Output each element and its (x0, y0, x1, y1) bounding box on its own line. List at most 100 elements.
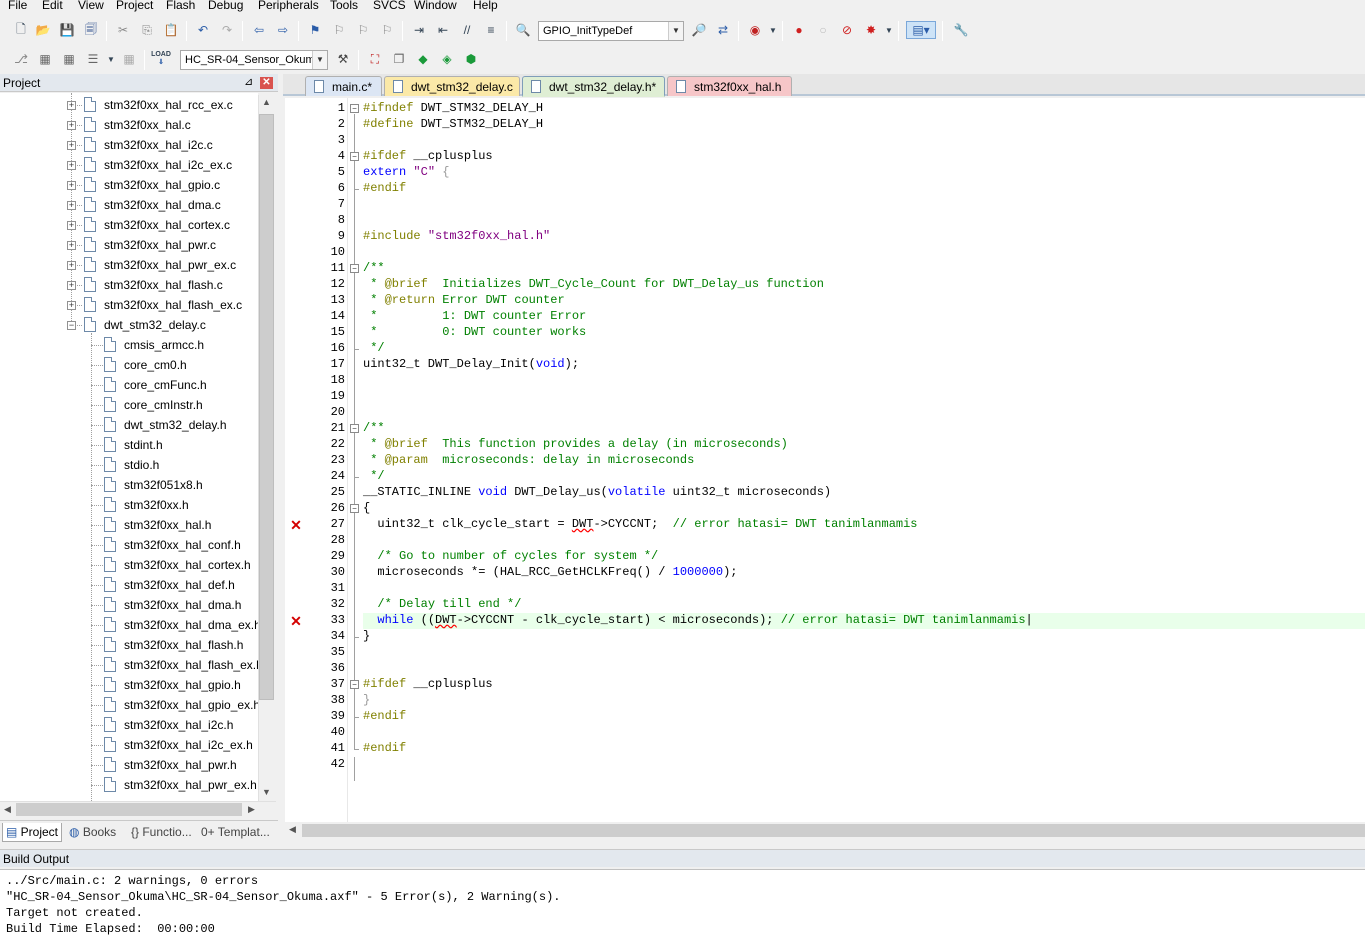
open-folder-icon[interactable]: 📂 (34, 21, 52, 39)
code-line[interactable]: #endif (363, 181, 406, 195)
incremental-find-icon[interactable]: ⇄ (714, 21, 732, 39)
uncomment-icon[interactable]: ≡ (482, 21, 500, 39)
select-software-packs-icon[interactable]: ◈ (438, 50, 456, 68)
code-line[interactable]: #endif (363, 709, 406, 723)
code-line[interactable]: /** (363, 261, 385, 275)
code-line[interactable]: */ (363, 469, 384, 483)
fold-toggle-icon[interactable]: − (350, 264, 359, 273)
tree-item[interactable]: stm32f0xx_hal_dma.h (0, 595, 258, 615)
tree-item[interactable]: + stm32f0xx_hal.c (0, 115, 258, 135)
error-icon[interactable]: ✕ (290, 518, 302, 532)
scroll-left-icon[interactable]: ◀ (0, 804, 15, 815)
menu-flash[interactable]: Flash (164, 0, 197, 12)
fold-toggle-icon[interactable]: − (350, 104, 359, 113)
code-line[interactable]: microseconds *= (HAL_RCC_GetHCLKFreq() /… (363, 565, 737, 579)
fold-toggle-icon[interactable]: − (350, 504, 359, 513)
bookmark-icon[interactable]: ⚑ (306, 21, 324, 39)
tree-item[interactable]: stm32f0xx_hal_flash.h (0, 635, 258, 655)
bookmark-clear-icon[interactable]: ⚐ (378, 21, 396, 39)
undo-icon[interactable]: ↶ (194, 21, 212, 39)
code-line[interactable]: */ (363, 341, 384, 355)
code-line[interactable]: /** (363, 421, 385, 435)
tree-item[interactable]: stm32f0xx_hal_flash_ex.h (0, 655, 258, 675)
menu-edit[interactable]: Edit (40, 0, 65, 12)
code-line[interactable]: #ifndef DWT_STM32_DELAY_H (363, 101, 543, 115)
menu-file[interactable]: File (6, 0, 29, 12)
rebuild-icon[interactable]: ▦ (60, 50, 78, 68)
tree-item[interactable]: core_cmInstr.h (0, 395, 258, 415)
code-line[interactable]: while ((DWT->CYCCNT - clk_cycle_start) <… (363, 613, 1032, 627)
menu-project[interactable]: Project (114, 0, 155, 12)
run-time-environment-icon[interactable]: ⬢ (462, 50, 480, 68)
expand-icon[interactable]: + (67, 201, 76, 210)
code-line[interactable]: #ifdef __cplusplus (363, 149, 493, 163)
code-line[interactable]: * 1: DWT counter Error (363, 309, 586, 323)
tree-item[interactable]: stm32f0xx_hal_i2c.h (0, 715, 258, 735)
stop-build-icon[interactable]: ▦ (120, 50, 138, 68)
save-all-icon[interactable]: 🗐 (82, 21, 100, 39)
code-line[interactable]: #include "stm32f0xx_hal.h" (363, 229, 550, 243)
expand-icon[interactable]: + (67, 281, 76, 290)
expand-icon[interactable]: + (67, 261, 76, 270)
expand-icon[interactable]: + (67, 161, 76, 170)
code-line[interactable]: #ifdef __cplusplus (363, 677, 493, 691)
scroll-up-icon[interactable]: ▲ (259, 97, 274, 107)
code-line[interactable]: extern "C" { (363, 165, 449, 179)
code-line[interactable]: { (363, 501, 370, 515)
expand-icon[interactable]: + (67, 101, 76, 110)
tree-item[interactable]: + stm32f0xx_hal_pwr.c (0, 235, 258, 255)
unindent-icon[interactable]: ⇤ (434, 21, 452, 39)
find-icon[interactable]: 🔎 (690, 21, 708, 39)
tree-item[interactable]: + stm32f0xx_hal_i2c_ex.c (0, 155, 258, 175)
tree-item[interactable]: stm32f0xx_hal_def.h (0, 575, 258, 595)
editor-tab-3[interactable]: dwt_stm32_delay.h* (522, 76, 665, 97)
chevron-down-icon[interactable]: ▼ (102, 50, 120, 68)
chevron-down-icon[interactable]: ▼ (880, 21, 898, 39)
tree-item[interactable]: − dwt_stm32_delay.c (0, 315, 258, 335)
code-line[interactable]: /* Go to number of cycles for system */ (363, 549, 658, 563)
chevron-down-icon[interactable]: ▼ (312, 51, 327, 69)
code-line[interactable]: } (363, 629, 370, 643)
tab-functions[interactable]: {} Functio... (128, 823, 195, 842)
tree-item[interactable]: + stm32f0xx_hal_i2c.c (0, 135, 258, 155)
batch-build-icon[interactable]: ☰ (84, 50, 102, 68)
expand-icon[interactable]: + (67, 241, 76, 250)
tree-item[interactable]: stm32f0xx_hal_pwr.h (0, 755, 258, 775)
nav-back-icon[interactable]: ⇦ (250, 21, 268, 39)
error-icon[interactable]: ✕ (290, 614, 302, 628)
menu-peripherals[interactable]: Peripherals (256, 0, 321, 12)
fold-toggle-icon[interactable]: − (350, 424, 359, 433)
fold-toggle-icon[interactable]: − (350, 152, 359, 161)
tree-item[interactable]: stm32f0xx_hal_dma_ex.h (0, 615, 258, 635)
expand-icon[interactable]: + (67, 141, 76, 150)
configure-icon[interactable]: 🔧 (952, 21, 970, 39)
tree-item[interactable]: stm32f051x8.h (0, 475, 258, 495)
scroll-down-icon[interactable]: ▼ (259, 787, 274, 797)
tree-item[interactable]: + stm32f0xx_hal_flash.c (0, 275, 258, 295)
manage-components-icon[interactable]: ⛶ (366, 50, 384, 68)
tree-item[interactable]: core_cm0.h (0, 355, 258, 375)
code-line[interactable]: /* Delay till end */ (363, 597, 521, 611)
breakpoint-kill-all-icon[interactable]: ✸ (862, 21, 880, 39)
collapse-icon[interactable]: − (67, 321, 76, 330)
file-extensions-icon[interactable]: ❐ (390, 50, 408, 68)
tree-horizontal-scroll-thumb[interactable] (16, 803, 242, 816)
menu-svcs[interactable]: SVCS (371, 0, 408, 12)
editor-horizontal-scroll-thumb[interactable] (302, 824, 1365, 837)
save-icon[interactable]: 💾 (58, 21, 76, 39)
copy-icon[interactable]: ⎘ (138, 21, 156, 39)
editor-tab-4[interactable]: stm32f0xx_hal.h (667, 76, 792, 96)
tree-item[interactable]: core_cmFunc.h (0, 375, 258, 395)
tree-item[interactable]: + stm32f0xx_hal_dma.c (0, 195, 258, 215)
tree-item[interactable]: stm32f0xx_hal_conf.h (0, 535, 258, 555)
code-line[interactable]: uint32_t clk_cycle_start = DWT->CYCCNT; … (363, 517, 917, 531)
tree-item[interactable]: + stm32f0xx_hal_rcc_ex.c (0, 95, 258, 115)
debug-start-icon[interactable]: ◉ (746, 21, 764, 39)
find-in-files-icon[interactable]: 🔍 (514, 21, 532, 39)
chevron-down-icon[interactable]: ▼ (668, 22, 683, 40)
code-line[interactable]: * @brief Initializes DWT_Cycle_Count for… (363, 277, 824, 291)
bookmark-prev-icon[interactable]: ⚐ (330, 21, 348, 39)
close-icon[interactable]: ✕ (260, 77, 273, 89)
code-line[interactable]: } (363, 693, 370, 707)
tree-item[interactable]: stm32f0xx_hal_gpio_ex.h (0, 695, 258, 715)
